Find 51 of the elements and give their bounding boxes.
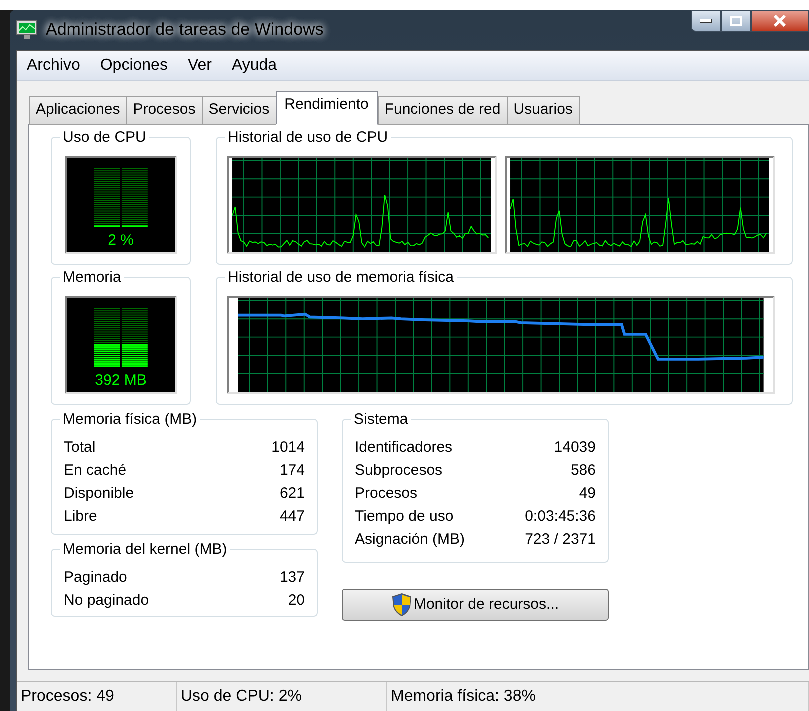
window-title: Administrador de tareas de Windows <box>46 19 324 42</box>
status-text: Procesos: 49 <box>17 682 177 711</box>
group-title: Memoria del kernel (MB) <box>60 540 230 560</box>
meter-reading: 2 % <box>108 230 134 250</box>
stat-value: 723 / 2371 <box>525 530 596 550</box>
menu-item[interactable]: Ayuda <box>224 52 286 80</box>
stat-value: 0:03:45:36 <box>525 507 596 527</box>
level-bar <box>94 168 148 228</box>
maximize-icon <box>730 16 742 26</box>
stat-value: 586 <box>570 461 596 481</box>
stat-label: Procesos <box>355 484 418 504</box>
menu-item[interactable]: Ver <box>180 52 220 80</box>
status-text: Memoria física: 38% <box>387 682 809 711</box>
tab[interactable]: Aplicaciones <box>29 96 128 125</box>
menu-item[interactable]: Opciones <box>92 52 176 80</box>
group-title: Memoria física (MB) <box>60 410 200 430</box>
stat-label: Paginado <box>64 568 128 588</box>
stat-label: Tiempo de uso <box>355 507 454 527</box>
stat-label: Identificadores <box>355 438 453 458</box>
tab[interactable]: Procesos <box>126 96 203 125</box>
shield-icon <box>392 593 412 617</box>
close-icon <box>773 15 787 27</box>
stat-label: No paginado <box>64 591 150 611</box>
tab[interactable]: Rendimiento <box>276 91 378 125</box>
stat-label: Subprocesos <box>355 461 443 481</box>
stat-label: Asignación (MB) <box>355 530 466 550</box>
stat-value: 1014 <box>272 438 305 458</box>
stat-value: 137 <box>280 568 305 588</box>
menu-item[interactable]: Archivo <box>19 52 88 80</box>
stat-value: 621 <box>280 484 305 504</box>
stat-value: 447 <box>280 507 305 527</box>
level-bar <box>94 308 148 368</box>
resource-monitor-button[interactable]: Monitor de recursos... <box>342 589 609 621</box>
tab[interactable]: Funciones de red <box>378 96 508 125</box>
close-button[interactable] <box>751 10 809 32</box>
stat-value: 14039 <box>554 438 596 458</box>
minimize-icon <box>700 19 712 23</box>
stat-label: Libre <box>64 507 98 527</box>
minimize-button[interactable] <box>691 10 721 32</box>
stat-label: Total <box>64 438 96 458</box>
status-text: Uso de CPU: 2% <box>177 682 387 711</box>
maximize-button[interactable] <box>721 10 751 32</box>
tab[interactable]: Usuarios <box>506 96 580 125</box>
meter-reading: 392 MB <box>95 370 147 390</box>
stat-label: Disponible <box>64 484 134 504</box>
stat-value: 20 <box>288 591 305 611</box>
stat-value: 174 <box>280 461 305 481</box>
monitor-icon <box>16 20 38 40</box>
tab[interactable]: Servicios <box>202 96 277 125</box>
stat-value: 49 <box>579 484 596 504</box>
stat-label: En caché <box>64 461 127 481</box>
